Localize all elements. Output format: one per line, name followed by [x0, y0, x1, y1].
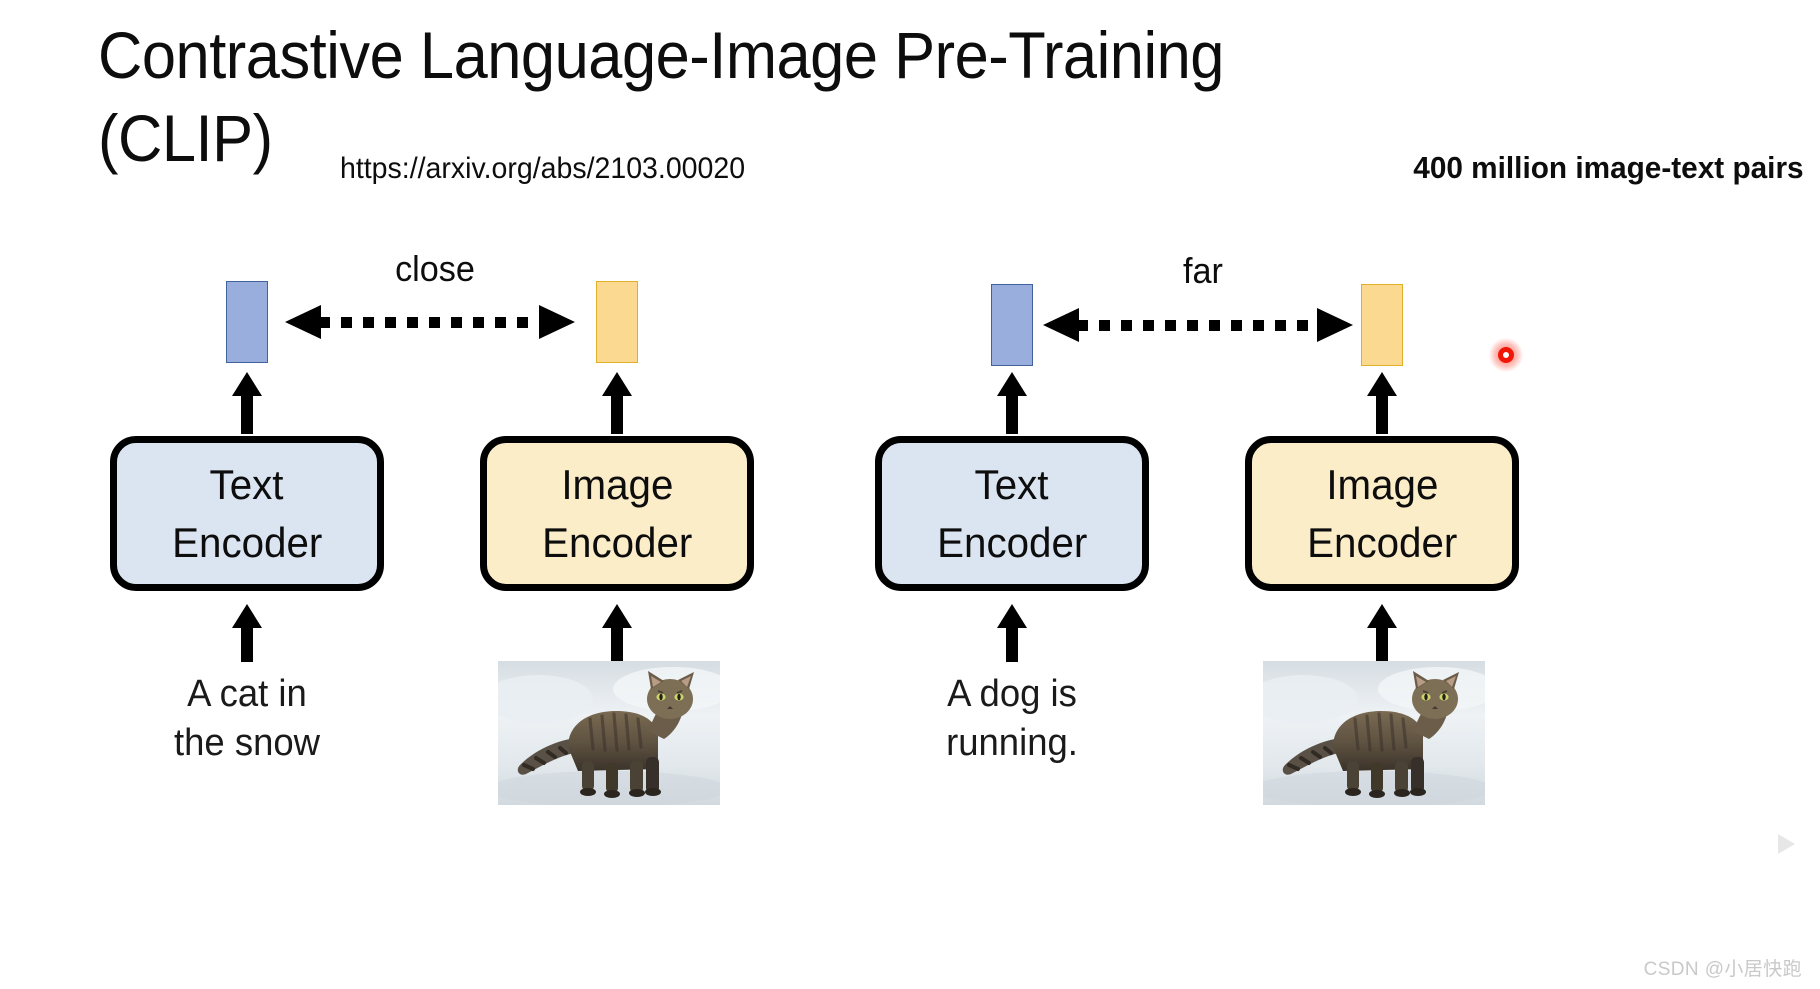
arrowhead-left-icon: [285, 305, 321, 339]
text-encoder-output-arrow-icon: [997, 372, 1027, 434]
image-encoder-box[interactable]: Image Encoder: [480, 436, 754, 591]
text-input-caption: A dog is running.: [946, 673, 1078, 764]
image-encoder-line-1: Image: [560, 460, 674, 508]
dotted-line: [1077, 319, 1319, 331]
relation-label-far: far: [1183, 250, 1223, 291]
image-encoder-output-arrow-icon: [1367, 372, 1397, 434]
arrowhead-right-icon: [539, 305, 575, 339]
text-embedding-vector: [991, 284, 1033, 366]
relation-label-close: close: [395, 248, 475, 289]
text-encoder-line-1: Text: [975, 460, 1049, 508]
text-embedding-vector: [226, 281, 268, 363]
image-encoder-line-2: Encoder: [541, 518, 693, 566]
text-encoder-box[interactable]: Text Encoder: [875, 436, 1149, 591]
image-encoder-box[interactable]: Image Encoder: [1245, 436, 1519, 591]
arrowhead-right-icon: [1317, 308, 1353, 342]
image-input-arrow-icon: [1367, 604, 1397, 662]
image-encoder-line-2: Encoder: [1306, 518, 1458, 566]
cat-photo: [1263, 661, 1485, 805]
mismatching-pair-diagram: far Text Encoder Image Encoder A dog is …: [875, 0, 1790, 989]
csdn-watermark: CSDN @小居快跑: [1643, 959, 1802, 980]
image-encoder-line-1: Image: [1325, 460, 1439, 508]
matching-pair-diagram: close Text Encoder Image Encoder A cat i…: [0, 0, 910, 989]
cat-photo: [498, 661, 720, 805]
image-embedding-vector: [1361, 284, 1403, 366]
arrowhead-left-icon: [1043, 308, 1079, 342]
text-encoder-box[interactable]: Text Encoder: [110, 436, 384, 591]
text-input-arrow-icon: [997, 604, 1027, 662]
text-encoder-line-2: Encoder: [936, 518, 1088, 566]
text-encoder-output-arrow-icon: [232, 372, 262, 434]
dotted-line: [319, 316, 541, 328]
similarity-double-arrow: [1043, 308, 1353, 342]
play-tv-icon: [1752, 812, 1816, 870]
text-encoder-line-1: Text: [210, 460, 284, 508]
image-embedding-vector: [596, 281, 638, 363]
image-input-arrow-icon: [602, 604, 632, 662]
similarity-double-arrow: [285, 305, 575, 339]
text-encoder-line-2: Encoder: [171, 518, 323, 566]
text-input-arrow-icon: [232, 604, 262, 662]
text-input-caption: A cat in the snow: [173, 673, 321, 764]
image-encoder-output-arrow-icon: [602, 372, 632, 434]
